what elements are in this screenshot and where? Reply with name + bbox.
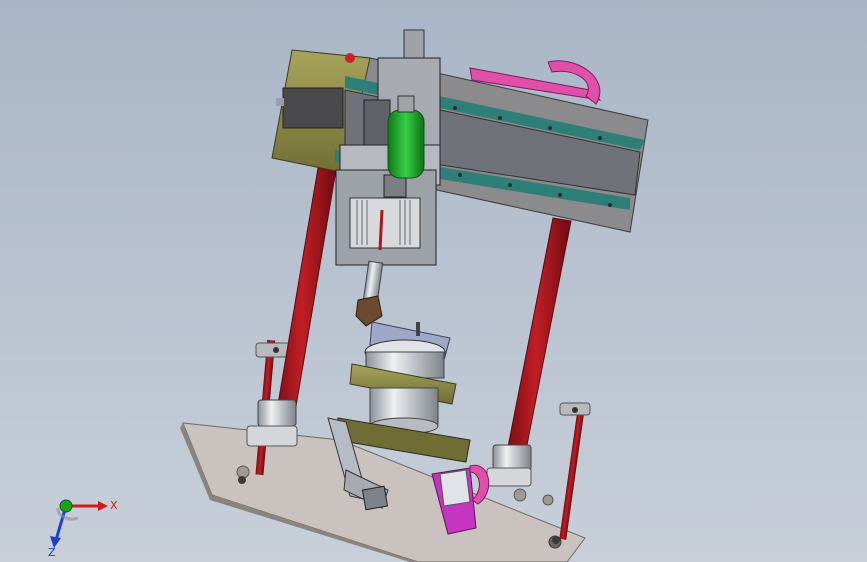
cad-model-render[interactable]	[0, 0, 867, 562]
x-axis-label: X	[110, 499, 118, 512]
y-axis-marker	[59, 499, 73, 513]
x-axis-arrowhead	[98, 501, 108, 511]
rotary-table	[335, 321, 471, 463]
z-axis-label: Z	[48, 546, 56, 558]
right-column	[486, 217, 572, 487]
cad-viewport[interactable]: X Z	[0, 0, 867, 562]
right-guide-rod	[559, 402, 591, 540]
left-column	[246, 167, 337, 447]
orientation-triad: X Z	[48, 499, 118, 558]
spindle-tool	[355, 260, 384, 327]
